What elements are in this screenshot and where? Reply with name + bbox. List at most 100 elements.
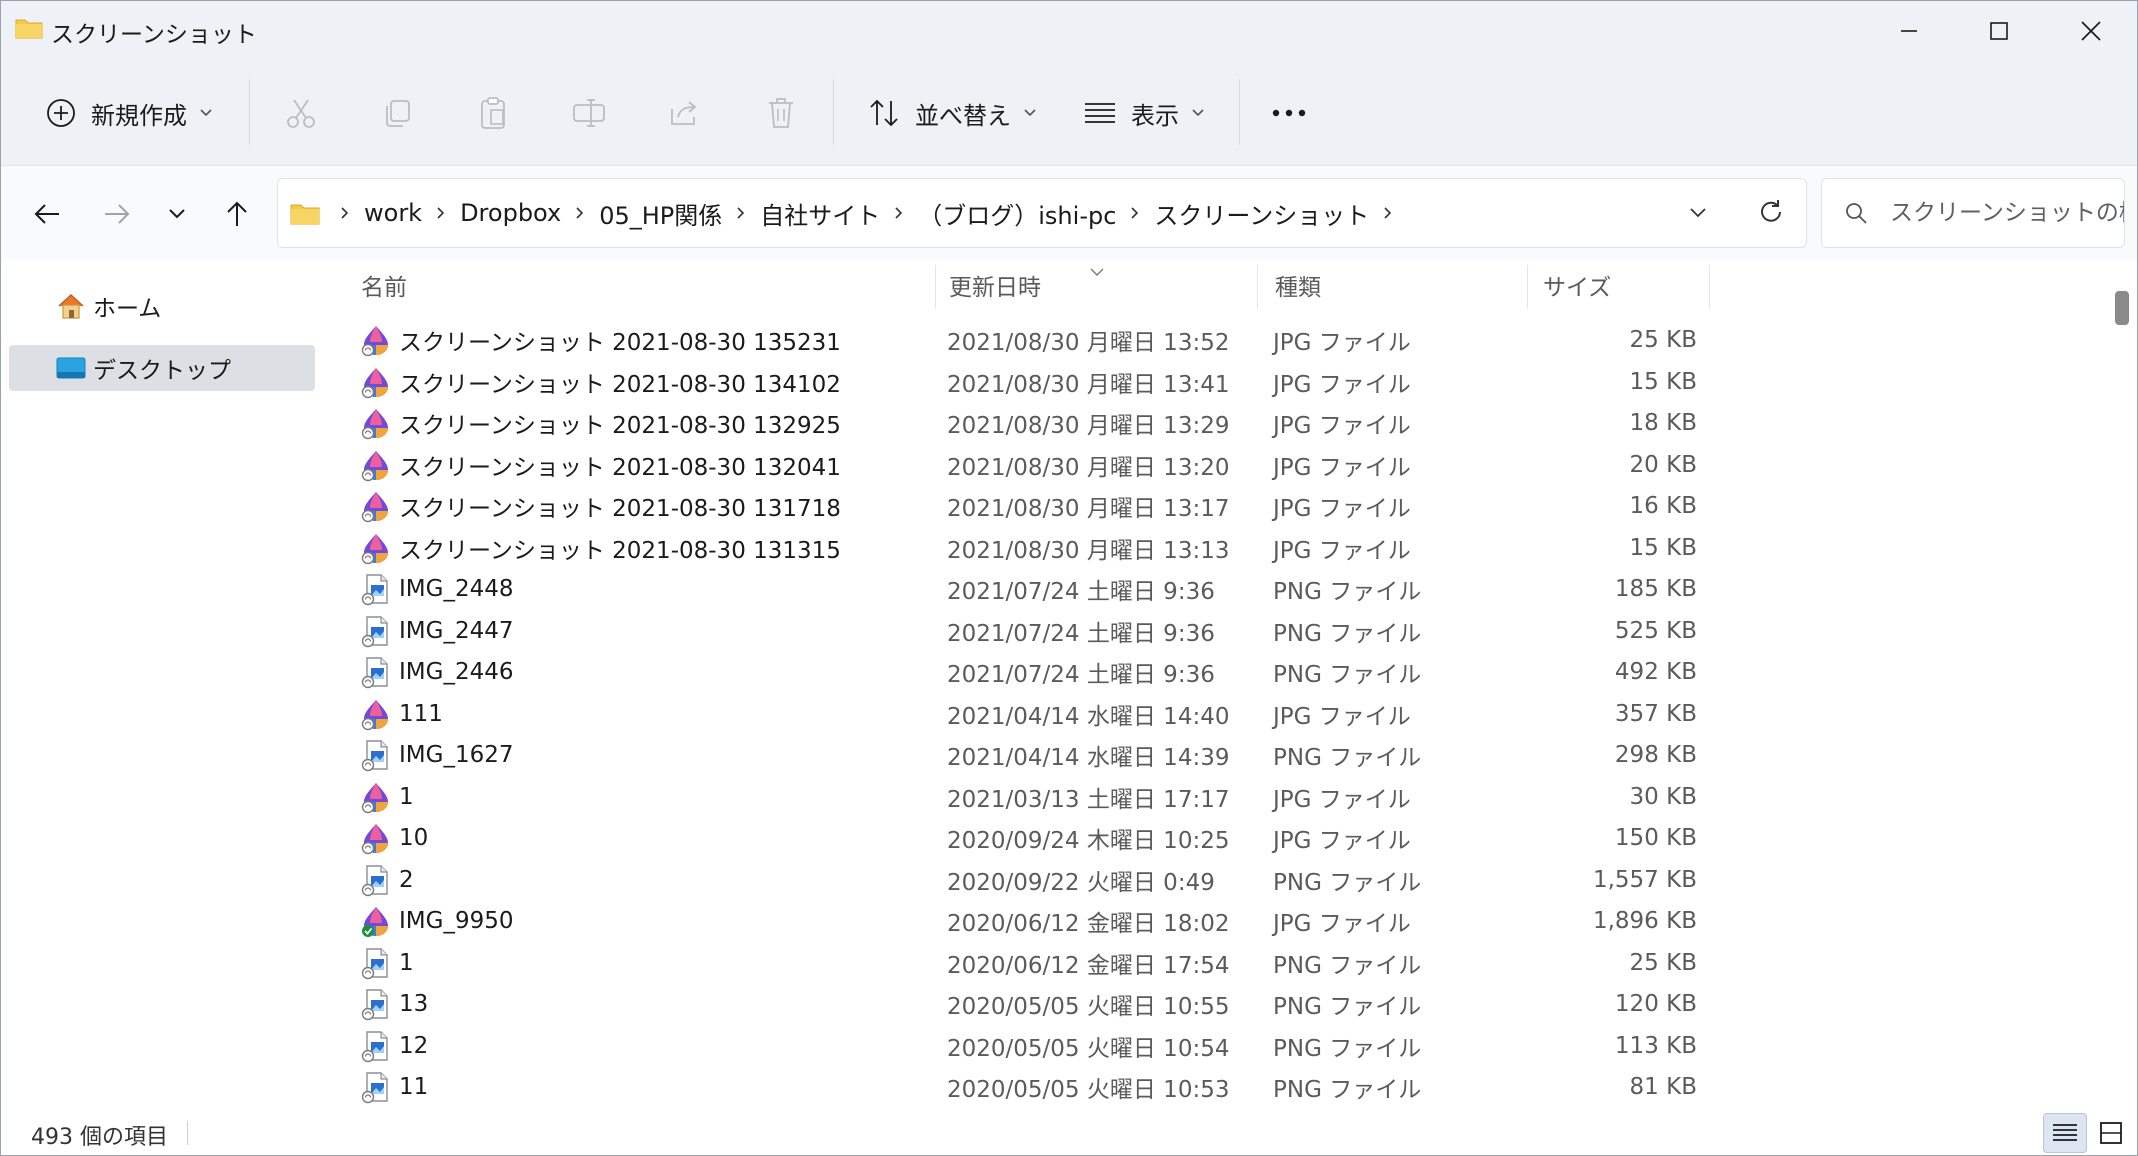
table-row[interactable]: 2 2020/09/22 火曜日 0:49 PNG ファイル 1,557 KB xyxy=(319,859,2111,901)
cut-button[interactable] xyxy=(271,83,331,143)
file-name: 1 xyxy=(399,783,414,810)
column-header-label: サイズ xyxy=(1543,275,1612,301)
table-row[interactable]: スクリーンショット 2021-08-30 131718 2021/08/30 月曜… xyxy=(319,485,2111,527)
column-divider[interactable] xyxy=(1709,265,1710,309)
table-row[interactable]: スクリーンショット 2021-08-30 131315 2021/08/30 月曜… xyxy=(319,527,2111,569)
explorer-window: スクリーンショット 新規作成 並べ替え 表示 work Dropbox 05_H… xyxy=(0,0,2138,1156)
file-size: 1,557 KB xyxy=(1592,866,1697,893)
table-row[interactable]: IMG_9950 2020/06/12 金曜日 18:02 JPG ファイル 1,89… xyxy=(319,900,2111,942)
forward-button[interactable] xyxy=(93,190,141,238)
table-row[interactable]: スクリーンショット 2021-08-30 132041 2021/08/30 月曜… xyxy=(319,444,2111,486)
recent-locations-button[interactable] xyxy=(153,190,201,238)
chevron-right-icon[interactable] xyxy=(569,202,591,224)
file-size: 30 KB xyxy=(1629,783,1697,810)
table-row[interactable]: スクリーンショット 2021-08-30 134102 2021/08/30 月曜… xyxy=(319,361,2111,403)
sidebar-item-label: ホーム xyxy=(93,296,162,322)
breadcrumb-item-dropbox[interactable]: Dropbox xyxy=(460,199,561,227)
chevron-right-icon[interactable] xyxy=(730,202,752,224)
file-date: 2021/08/30 月曜日 13:20 xyxy=(947,454,1230,481)
details-view-button[interactable] xyxy=(2043,1113,2087,1153)
file-type: JPG ファイル xyxy=(1273,496,1411,522)
file-date: 2021/03/13 土曜日 17:17 xyxy=(947,786,1230,813)
column-header-size[interactable]: サイズ xyxy=(1501,261,1701,309)
chevron-right-icon[interactable] xyxy=(430,202,452,224)
table-row[interactable]: 1 2021/03/13 土曜日 17:17 JPG ファイル 30 KB xyxy=(319,776,2111,818)
delete-button[interactable] xyxy=(751,83,811,143)
table-row[interactable]: IMG_2447 2021/07/24 土曜日 9:36 PNG ファイル 525 K… xyxy=(319,610,2111,652)
file-type: PNG ファイル xyxy=(1273,1035,1422,1062)
file-name: 10 xyxy=(399,825,429,851)
breadcrumb-item-work[interactable]: work xyxy=(364,199,422,227)
file-date: 2020/05/05 火曜日 10:55 xyxy=(947,994,1230,1020)
address-bar[interactable]: work Dropbox 05_HP関係 自社サイト （ブログ）ishi-pc … xyxy=(277,178,1807,248)
large-icons-view-button[interactable] xyxy=(2089,1113,2133,1153)
address-history-dropdown[interactable] xyxy=(1674,189,1722,237)
chevron-right-icon[interactable] xyxy=(1124,202,1146,224)
chevron-right-icon[interactable] xyxy=(888,202,910,224)
table-row[interactable]: 10 2020/09/24 木曜日 10:25 JPG ファイル 150 KB xyxy=(319,817,2111,859)
list-view-icon xyxy=(1085,103,1115,123)
sort-icon xyxy=(870,99,898,127)
share-icon xyxy=(671,101,697,125)
breadcrumb-item-blog[interactable]: （ブログ）ishi-pc xyxy=(918,196,1116,231)
file-name: IMG_2447 xyxy=(399,617,514,644)
search-input[interactable] xyxy=(1880,179,2124,247)
desktop-icon xyxy=(56,357,86,379)
address-row: work Dropbox 05_HP関係 自社サイト （ブログ）ishi-pc … xyxy=(1,165,2137,261)
search-icon xyxy=(1846,203,1867,224)
paste-button[interactable] xyxy=(463,83,523,143)
more-options-button[interactable] xyxy=(1259,83,1319,143)
table-row[interactable]: スクリーンショット 2021-08-30 132925 2021/08/30 月曜… xyxy=(319,402,2111,444)
back-button[interactable] xyxy=(23,190,71,238)
column-header-name[interactable]: 名前 xyxy=(319,261,935,309)
column-header-date[interactable]: 更新日時 xyxy=(907,261,1263,309)
scrollbar-thumb[interactable] xyxy=(2115,291,2129,325)
toolbar-divider xyxy=(1239,79,1240,145)
view-button[interactable]: 表示 xyxy=(1083,81,1205,145)
vertical-scrollbar[interactable] xyxy=(2105,261,2137,1111)
file-size: 20 KB xyxy=(1629,451,1697,478)
table-row[interactable]: 111 2021/04/14 水曜日 14:40 JPG ファイル 357 KB xyxy=(319,693,2111,735)
table-row[interactable]: IMG_2448 2021/07/24 土曜日 9:36 PNG ファイル 185 K… xyxy=(319,568,2111,610)
share-button[interactable] xyxy=(655,83,715,143)
sort-button[interactable]: 並べ替え xyxy=(867,81,1037,145)
close-button[interactable] xyxy=(2045,1,2137,61)
maximize-button[interactable] xyxy=(1953,1,2045,61)
table-row[interactable]: 13 2020/05/05 火曜日 10:55 PNG ファイル 120 KB xyxy=(319,983,2111,1025)
breadcrumb-item-current[interactable]: スクリーンショット xyxy=(1154,196,1369,231)
file-type: PNG ファイル xyxy=(1273,579,1422,605)
file-date: 2021/07/24 土曜日 9:36 xyxy=(947,662,1215,688)
photos-jpg-icon xyxy=(359,323,393,357)
table-row[interactable]: スクリーンショット 2021-08-30 135231 2021/08/30 月曜… xyxy=(319,319,2111,361)
chevron-right-icon xyxy=(334,202,356,224)
file-type: JPG ファイル xyxy=(1273,537,1411,564)
file-type: PNG ファイル xyxy=(1273,662,1422,688)
minimize-button[interactable] xyxy=(1863,1,1955,61)
file-size: 1,896 KB xyxy=(1592,908,1697,934)
table-row[interactable]: IMG_1627 2021/04/14 水曜日 14:39 PNG ファイル 298 … xyxy=(319,734,2111,776)
refresh-button[interactable] xyxy=(1747,188,1795,236)
photos-jpg-icon xyxy=(359,531,393,565)
sidebar-item-desktop[interactable]: デスクトップ xyxy=(9,345,315,391)
chevron-right-icon[interactable] xyxy=(1377,202,1399,224)
file-size: 525 KB xyxy=(1614,617,1697,644)
table-row[interactable]: 12 2020/05/05 火曜日 10:54 PNG ファイル 113 KB xyxy=(319,1025,2111,1067)
rename-button[interactable] xyxy=(559,83,619,143)
up-button[interactable] xyxy=(213,190,261,238)
table-row[interactable]: 11 2020/05/05 火曜日 10:53 PNG ファイル 81 KB xyxy=(319,1066,2111,1108)
photos-jpg-icon xyxy=(359,365,393,399)
png-image-icon xyxy=(359,655,393,689)
file-date: 2020/09/22 火曜日 0:49 xyxy=(947,869,1215,896)
sidebar-item-home[interactable]: ホーム xyxy=(9,283,315,329)
photos-jpg-icon xyxy=(359,821,393,855)
copy-button[interactable] xyxy=(367,83,427,143)
file-date: 2020/05/05 火曜日 10:54 xyxy=(947,1035,1230,1062)
file-size: 185 KB xyxy=(1614,576,1697,602)
table-row[interactable]: IMG_2446 2021/07/24 土曜日 9:36 PNG ファイル 492 K… xyxy=(319,651,2111,693)
status-bar: 493 個の項目 xyxy=(1,1111,2137,1155)
new-button[interactable]: 新規作成 xyxy=(45,81,213,145)
breadcrumb-item-hp[interactable]: 05_HP関係 xyxy=(599,196,722,231)
breadcrumb-item-site[interactable]: 自社サイト xyxy=(760,196,880,231)
table-row[interactable]: 1 2020/06/12 金曜日 17:54 PNG ファイル 25 KB xyxy=(319,942,2111,984)
column-header-type[interactable]: 種類 xyxy=(1233,261,1523,309)
